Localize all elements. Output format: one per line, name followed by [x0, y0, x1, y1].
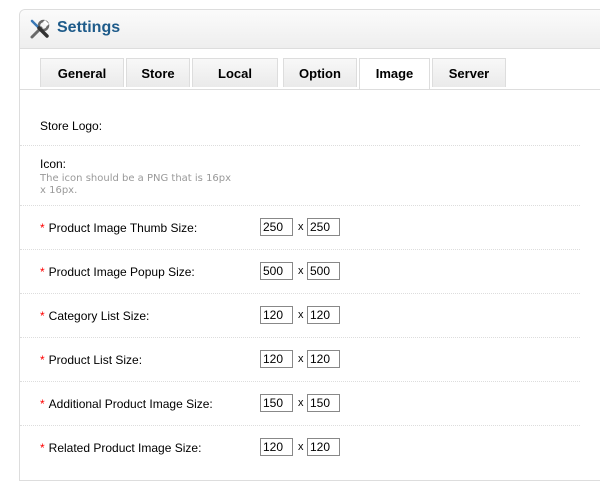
size-row-additional-image: *Additional Product Image Size: x — [20, 381, 580, 426]
additional-width-input[interactable] — [260, 394, 293, 412]
related-width-input[interactable] — [260, 438, 293, 456]
tab-option[interactable]: Option — [283, 58, 357, 87]
icon-label: Icon: The icon should be a PNG that is 1… — [40, 157, 240, 197]
icon-label-text: Icon: — [40, 157, 67, 171]
icon-help-text: The icon should be a PNG that is 16px x … — [40, 173, 232, 196]
required-mark: * — [40, 353, 45, 367]
size-separator: x — [298, 441, 304, 453]
icon-row: Icon: The icon should be a PNG that is 1… — [20, 145, 580, 206]
product-list-width-input[interactable] — [260, 350, 293, 368]
related-height-input[interactable] — [307, 438, 340, 456]
size-row-label: * Related Product Image Size: — [40, 441, 201, 455]
additional-height-input[interactable] — [307, 394, 340, 412]
size-row-label: * Product Image Popup Size: — [40, 265, 195, 279]
size-row-product-popup: *Product Image Popup Size: x — [20, 249, 580, 294]
size-row-related-image: *Related Product Image Size: x — [20, 425, 580, 469]
size-row-product-thumb: *Product Image Thumb Size: x — [20, 205, 580, 250]
size-row-label-text: Related Product Image Size: — [48, 441, 202, 455]
size-row-label: * Additional Product Image Size: — [40, 397, 213, 411]
size-row-label-text: Additional Product Image Size: — [48, 397, 213, 411]
thumb-width-input[interactable] — [260, 218, 293, 236]
category-height-input[interactable] — [307, 306, 340, 324]
category-width-input[interactable] — [260, 306, 293, 324]
tab-server[interactable]: Server — [432, 58, 506, 87]
size-row-label-text: Category List Size: — [48, 309, 150, 323]
page-title: Settings — [57, 19, 121, 36]
tab-store[interactable]: Store — [126, 58, 190, 87]
size-separator: x — [298, 353, 304, 365]
tools-icon — [30, 19, 50, 39]
size-separator: x — [298, 397, 304, 409]
size-row-category-list: *Category List Size: x — [20, 293, 580, 338]
size-row-label-text: Product Image Thumb Size: — [48, 221, 198, 235]
size-separator: x — [298, 221, 304, 233]
size-row-label-text: Product List Size: — [48, 353, 143, 367]
store-logo-row: Store Logo: — [20, 97, 580, 146]
tab-image[interactable]: Image — [359, 58, 430, 90]
tab-divider — [20, 89, 600, 90]
product-list-height-input[interactable] — [307, 350, 340, 368]
required-mark: * — [40, 221, 45, 235]
required-mark: * — [40, 441, 45, 455]
size-row-label: * Product List Size: — [40, 353, 142, 367]
size-row-label: * Product Image Thumb Size: — [40, 221, 197, 235]
thumb-height-input[interactable] — [307, 218, 340, 236]
popup-height-input[interactable] — [307, 262, 340, 280]
required-mark: * — [40, 309, 45, 323]
size-row-product-list: *Product List Size: x — [20, 337, 580, 382]
size-separator: x — [298, 265, 304, 277]
popup-width-input[interactable] — [260, 262, 293, 280]
tab-local[interactable]: Local — [192, 58, 278, 87]
required-mark: * — [40, 397, 45, 411]
size-separator: x — [298, 309, 304, 321]
store-logo-label: Store Logo: — [40, 119, 103, 133]
required-mark: * — [40, 265, 45, 279]
panel-heading: Settings — [20, 10, 600, 49]
size-row-label: * Category List Size: — [40, 309, 149, 323]
size-row-label-text: Product Image Popup Size: — [48, 265, 195, 279]
tab-general[interactable]: General — [40, 58, 124, 87]
